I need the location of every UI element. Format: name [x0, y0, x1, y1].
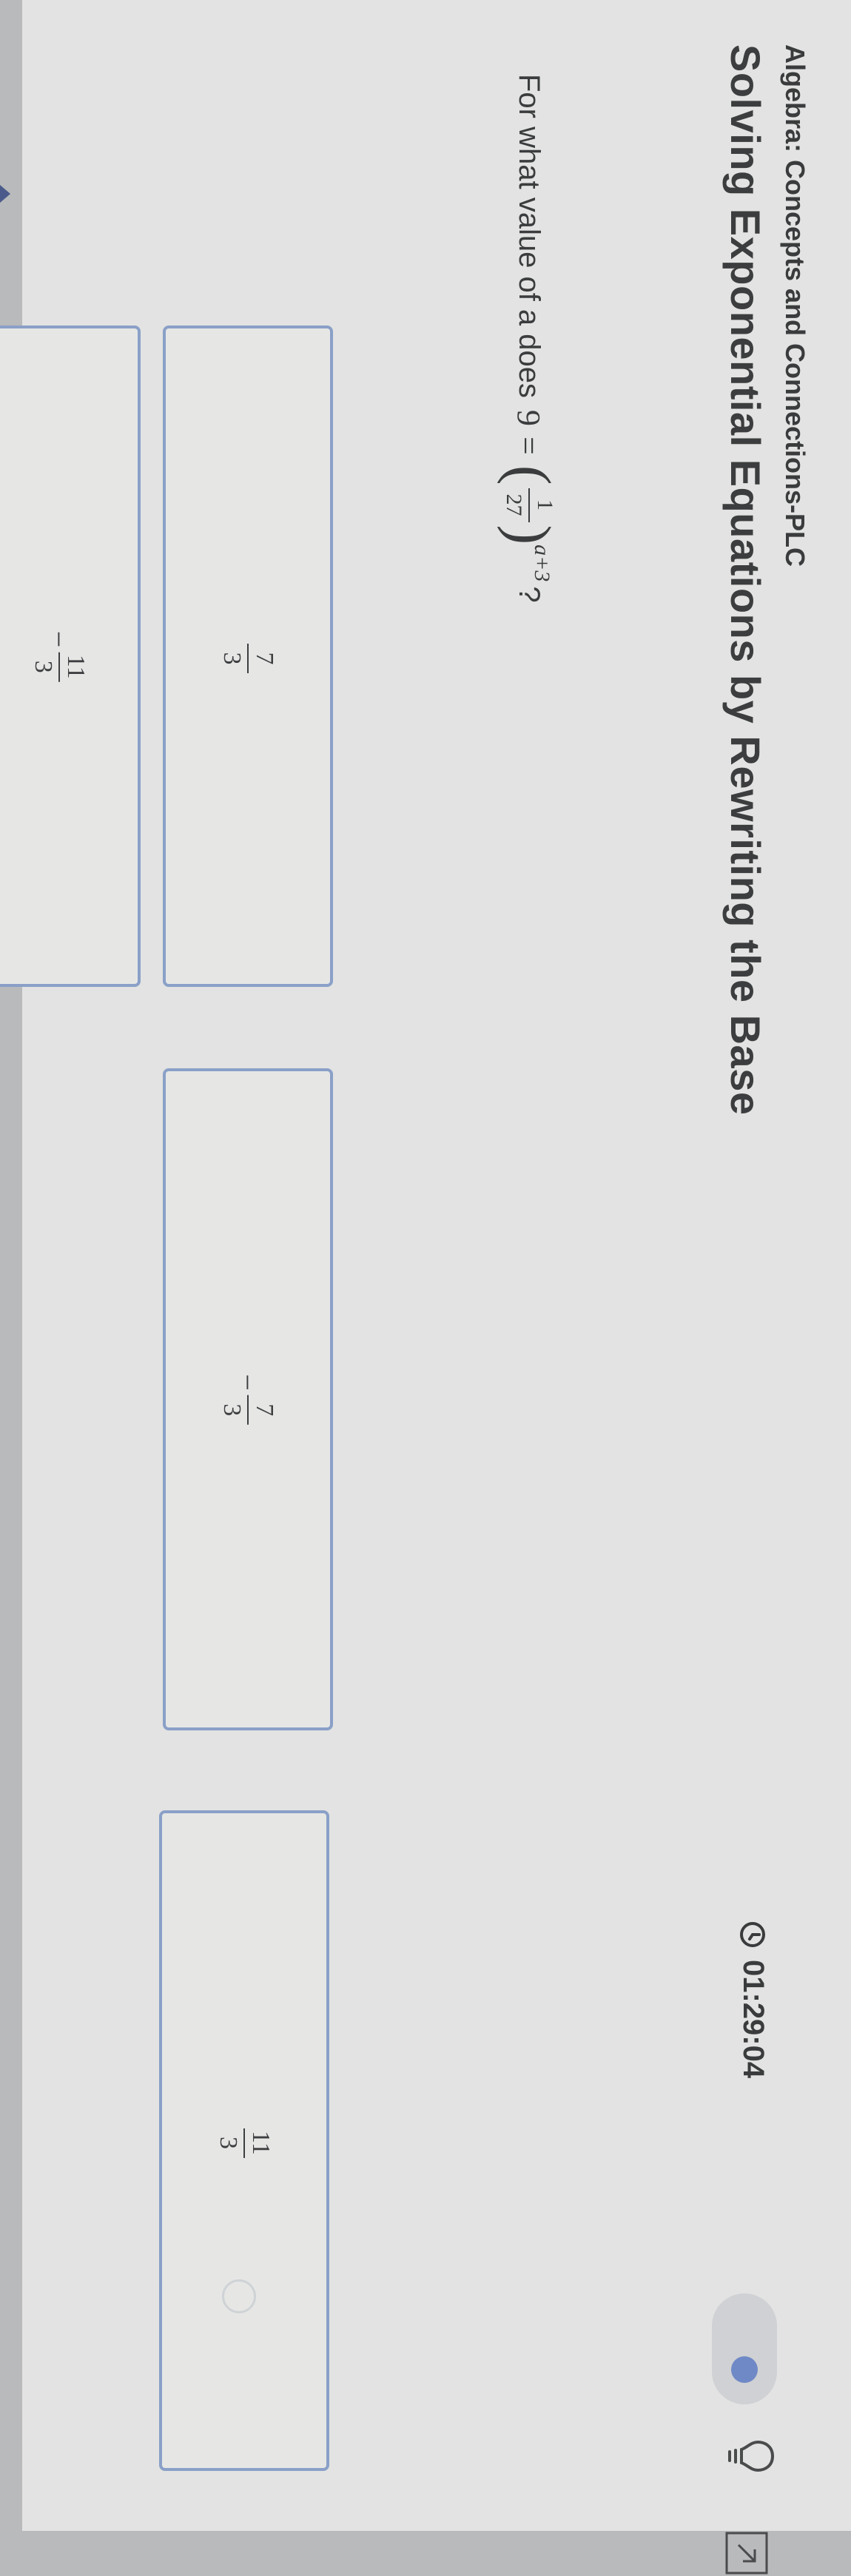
- question-text: For what value of a does 9 = ( 1 27 ) a+…: [497, 74, 562, 603]
- question-lhs: 9: [511, 410, 548, 427]
- fraction-bar: [528, 488, 530, 522]
- answer-numerator: 7: [251, 1403, 278, 1417]
- fraction-bar: [243, 2128, 245, 2158]
- answer-value: 11 3: [214, 2124, 275, 2158]
- answer-denominator: 3: [218, 1403, 246, 1417]
- answer-choice-c[interactable]: 11 3: [159, 1810, 329, 2471]
- question-prefix: For what value of a does: [513, 74, 546, 399]
- fraction-bar: [247, 1395, 249, 1425]
- open-paren: (: [497, 465, 562, 485]
- answer-choice-b[interactable]: − 7 3: [163, 1068, 333, 1730]
- expand-icon[interactable]: [724, 2530, 770, 2576]
- timer: 01:29:04: [736, 1920, 770, 2078]
- answer-fraction: 7 3: [218, 644, 278, 673]
- answer-value: 7 3: [218, 639, 278, 673]
- answer-numerator: 7: [251, 652, 278, 665]
- base-fraction: 1 27: [501, 488, 557, 522]
- exponent: a+3: [530, 544, 554, 582]
- answer-choice-d[interactable]: − 11 3: [0, 326, 141, 987]
- answer-numerator: 11: [247, 2131, 275, 2155]
- answer-fraction: 11 3: [214, 2128, 275, 2158]
- answer-sign: −: [231, 1374, 265, 1391]
- answer-fraction: 7 3: [218, 1395, 278, 1425]
- answer-denominator: 3: [218, 652, 246, 665]
- answer-denominator: 3: [215, 2137, 242, 2149]
- answer-numerator: 11: [62, 654, 90, 679]
- question-equals: =: [511, 436, 548, 455]
- timer-value: 01:29:04: [737, 1960, 770, 2079]
- toggle-switch[interactable]: [712, 2293, 777, 2404]
- base-numerator: 1: [533, 499, 557, 510]
- fraction-bar: [58, 652, 60, 682]
- question-mark: ?: [513, 586, 546, 603]
- answer-denominator: 3: [30, 660, 57, 673]
- lesson-title: Solving Exponential Equations by Rewriti…: [722, 44, 769, 1116]
- answer-value: − 11 3: [29, 631, 90, 682]
- close-paren: ): [497, 525, 562, 545]
- fraction-bar: [247, 644, 249, 673]
- course-title: Algebra: Concepts and Connections-PLC: [780, 44, 810, 567]
- lightbulb-icon[interactable]: [722, 2438, 777, 2475]
- selection-radio[interactable]: [222, 2279, 256, 2313]
- answer-fraction: 11 3: [29, 652, 90, 682]
- answer-value: − 7 3: [218, 1374, 278, 1425]
- answer-sign: −: [42, 630, 76, 648]
- answer-choice-a[interactable]: 7 3: [163, 326, 333, 987]
- lesson-screen: Algebra: Concepts and Connections-PLC So…: [0, 0, 851, 2575]
- base-denominator: 27: [502, 493, 526, 516]
- toggle-knob: [731, 2356, 758, 2383]
- clock-icon: [740, 1922, 766, 1947]
